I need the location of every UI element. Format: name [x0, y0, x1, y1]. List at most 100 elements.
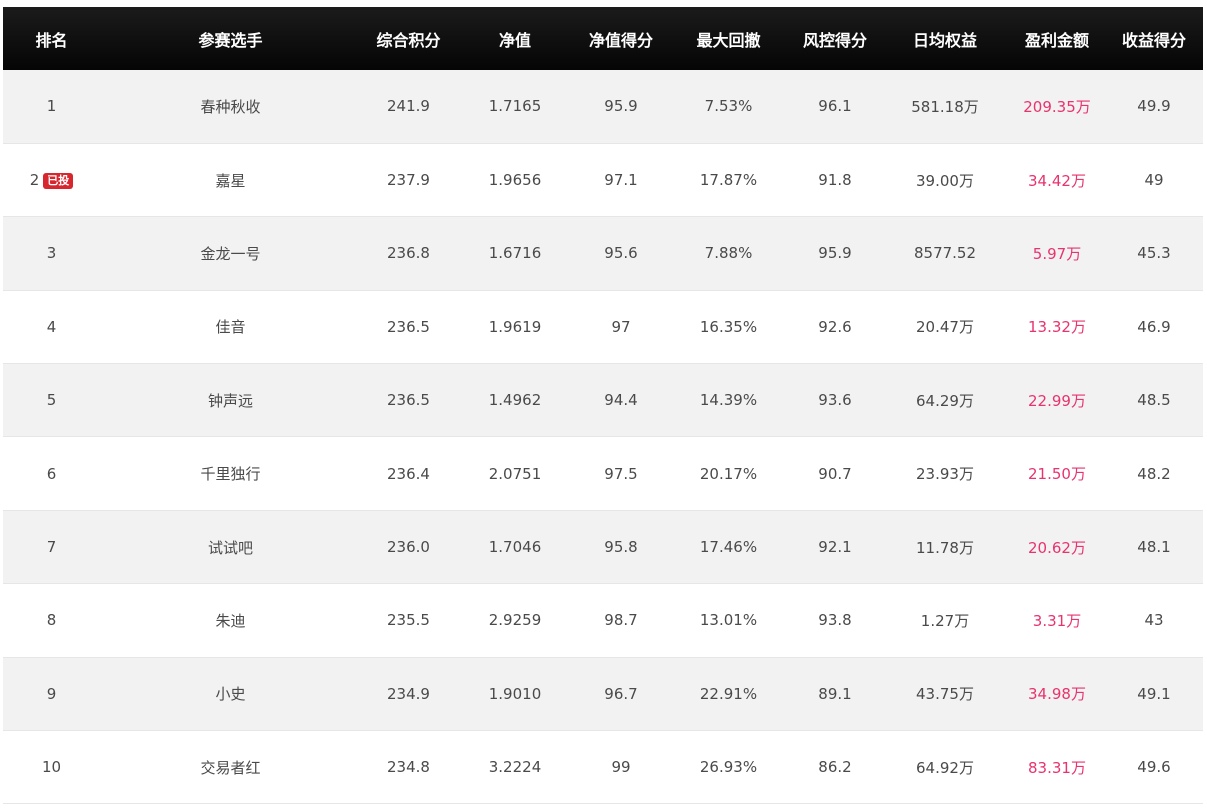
table-row[interactable]: 9 小史 234.9 1.9010 96.7 22.91% 89.1 43.75万 34.98万…	[3, 657, 1203, 732]
invested-badge: 已投	[43, 173, 74, 190]
max-drawdown: 17.46%	[668, 510, 789, 585]
profit-amount: 209.35万	[1009, 70, 1105, 144]
avg-daily-equity: 23.93万	[881, 436, 1009, 511]
player-name: 春种秋收	[100, 70, 361, 144]
max-drawdown: 7.53%	[668, 70, 789, 144]
composite-score: 236.4	[361, 436, 456, 511]
table-row[interactable]: 10 交易者红 234.8 3.2224 99 26.93% 86.2 64.92万 83.31…	[3, 730, 1203, 805]
header-risk-score[interactable]: 风控得分	[789, 7, 881, 70]
max-drawdown: 7.88%	[668, 216, 789, 291]
avg-daily-equity: 64.92万	[881, 730, 1009, 805]
player-name: 朱迪	[100, 583, 361, 658]
net-value: 1.6716	[456, 216, 574, 291]
header-nav-score[interactable]: 净值得分	[574, 7, 668, 70]
return-score: 49.6	[1105, 730, 1203, 805]
player-name: 金龙一号	[100, 216, 361, 291]
net-value-score: 97.5	[574, 436, 668, 511]
composite-score: 236.5	[361, 290, 456, 365]
max-drawdown: 13.01%	[668, 583, 789, 658]
header-max-drawdown[interactable]: 最大回撤	[668, 7, 789, 70]
net-value: 2.9259	[456, 583, 574, 658]
risk-score: 91.8	[789, 143, 881, 218]
leaderboard-table: 排名 参赛选手 综合积分 净值 净值得分 最大回撤 风控得分 日均权益 盈利金额…	[3, 7, 1203, 805]
profit-amount: 20.62万	[1009, 510, 1105, 585]
table-row[interactable]: 6 千里独行 236.4 2.0751 97.5 20.17% 90.7 23.93万 21.5…	[3, 436, 1203, 511]
rank-cell: 3	[3, 216, 100, 291]
rank-number: 6	[46, 464, 57, 483]
profit-amount: 22.99万	[1009, 363, 1105, 438]
avg-daily-equity: 581.18万	[881, 70, 1009, 144]
return-score: 43	[1105, 583, 1203, 658]
profit-amount: 34.42万	[1009, 143, 1105, 218]
rank-number: 10	[41, 758, 62, 777]
max-drawdown: 17.87%	[668, 143, 789, 218]
header-player[interactable]: 参赛选手	[100, 7, 361, 70]
max-drawdown: 26.93%	[668, 730, 789, 805]
net-value-score: 96.7	[574, 657, 668, 732]
net-value: 1.7046	[456, 510, 574, 585]
risk-score: 92.1	[789, 510, 881, 585]
net-value-score: 97.1	[574, 143, 668, 218]
rank-number: 8	[46, 611, 57, 630]
rank-number: 7	[46, 538, 57, 557]
rank-cell: 4	[3, 290, 100, 365]
table-row[interactable]: 7 试试吧 236.0 1.7046 95.8 17.46% 92.1 11.78万 20.62…	[3, 510, 1203, 585]
composite-score: 234.8	[361, 730, 456, 805]
net-value: 1.9010	[456, 657, 574, 732]
player-name: 钟声远	[100, 363, 361, 438]
net-value: 1.7165	[456, 70, 574, 144]
profit-amount: 5.97万	[1009, 216, 1105, 291]
return-score: 49.9	[1105, 70, 1203, 144]
net-value-score: 97	[574, 290, 668, 365]
return-score: 46.9	[1105, 290, 1203, 365]
rank-number: 1	[46, 97, 57, 116]
net-value-score: 98.7	[574, 583, 668, 658]
risk-score: 93.6	[789, 363, 881, 438]
return-score: 48.1	[1105, 510, 1203, 585]
avg-daily-equity: 20.47万	[881, 290, 1009, 365]
composite-score: 234.9	[361, 657, 456, 732]
player-name: 千里独行	[100, 436, 361, 511]
table-row[interactable]: 1 春种秋收 241.9 1.7165 95.9 7.53% 96.1 581.18万 209.…	[3, 70, 1203, 144]
header-avg-equity[interactable]: 日均权益	[881, 7, 1009, 70]
net-value: 1.4962	[456, 363, 574, 438]
composite-score: 235.5	[361, 583, 456, 658]
net-value: 1.9619	[456, 290, 574, 365]
rank-cell: 2 已投	[3, 143, 100, 218]
return-score: 48.2	[1105, 436, 1203, 511]
table-row[interactable]: 8 朱迪 235.5 2.9259 98.7 13.01% 93.8 1.27万 3.31万 43	[3, 583, 1203, 658]
composite-score: 241.9	[361, 70, 456, 144]
avg-daily-equity: 39.00万	[881, 143, 1009, 218]
avg-daily-equity: 11.78万	[881, 510, 1009, 585]
header-profit[interactable]: 盈利金额	[1009, 7, 1105, 70]
composite-score: 236.8	[361, 216, 456, 291]
table-header-row: 排名 参赛选手 综合积分 净值 净值得分 最大回撤 风控得分 日均权益 盈利金额…	[3, 7, 1203, 70]
net-value-score: 95.8	[574, 510, 668, 585]
header-rank[interactable]: 排名	[3, 7, 100, 70]
table-row[interactable]: 5 钟声远 236.5 1.4962 94.4 14.39% 93.6 64.29万 22.99…	[3, 363, 1203, 438]
profit-amount: 13.32万	[1009, 290, 1105, 365]
header-score[interactable]: 综合积分	[361, 7, 456, 70]
header-nav[interactable]: 净值	[456, 7, 574, 70]
profit-amount: 34.98万	[1009, 657, 1105, 732]
table-body: 1 春种秋收 241.9 1.7165 95.9 7.53% 96.1 581.18万 209.…	[3, 70, 1203, 805]
avg-daily-equity: 43.75万	[881, 657, 1009, 732]
max-drawdown: 22.91%	[668, 657, 789, 732]
rank-number: 3	[46, 244, 57, 263]
header-return-score[interactable]: 收益得分	[1105, 7, 1203, 70]
avg-daily-equity: 8577.52	[881, 216, 1009, 291]
rank-cell: 10	[3, 730, 100, 805]
rank-number: 5	[46, 391, 57, 410]
profit-amount: 3.31万	[1009, 583, 1105, 658]
risk-score: 89.1	[789, 657, 881, 732]
table-row[interactable]: 2 已投 嘉星 237.9 1.9656 97.1 17.87% 91.8 39.00万 34.4…	[3, 143, 1203, 218]
player-name: 佳音	[100, 290, 361, 365]
risk-score: 92.6	[789, 290, 881, 365]
net-value: 3.2224	[456, 730, 574, 805]
net-value: 1.9656	[456, 143, 574, 218]
rank-number: 4	[46, 317, 57, 336]
table-row[interactable]: 4 佳音 236.5 1.9619 97 16.35% 92.6 20.47万 13.32万 46…	[3, 290, 1203, 365]
table-row[interactable]: 3 金龙一号 236.8 1.6716 95.6 7.88% 95.9 8577.52 5.97…	[3, 216, 1203, 291]
composite-score: 237.9	[361, 143, 456, 218]
net-value-score: 94.4	[574, 363, 668, 438]
